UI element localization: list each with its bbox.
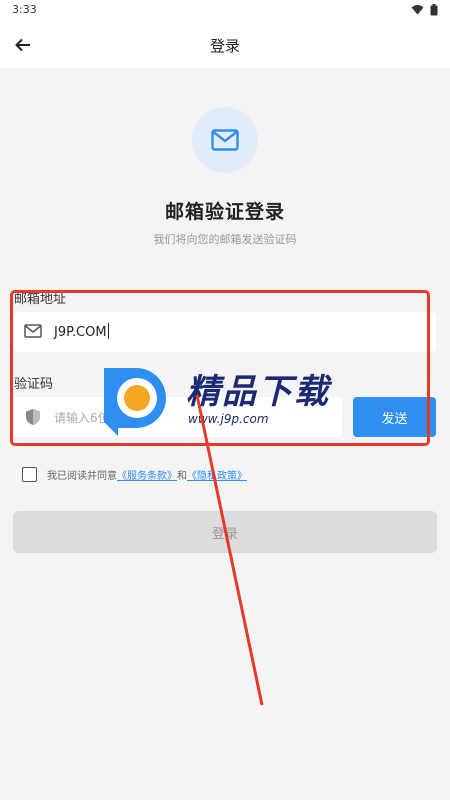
watermark-url: www.j9p.com [188,412,269,426]
watermark: 精品下载 www.j9p.com [100,358,360,440]
app-bar: 登录 [0,22,450,68]
watermark-brand: 精品下载 [186,372,330,412]
agreement-prefix: 我已阅读并同意 [47,470,117,482]
login-button[interactable]: 登录 [13,511,437,553]
terms-link[interactable]: 《服务条款》 [117,471,177,482]
status-bar: 3:33 [0,0,450,22]
login-screen: 3:33 登录 邮箱验证登录 我们将向您的邮箱发送验证码 邮箱地址 J9P.CO… [0,0,450,800]
mail-icon [211,129,239,151]
status-icons [411,4,438,16]
agreement-text: 我已阅读并同意《服务条款》和《隐私政策》 [47,467,247,482]
page-title: 登录 [209,37,240,55]
battery-icon [430,4,438,16]
agreement-row: 我已阅读并同意《服务条款》和《隐私政策》 [22,466,247,482]
watermark-logo-icon [104,368,166,436]
agree-checkbox[interactable] [22,466,37,482]
mail-badge [192,107,258,173]
wifi-icon [411,5,424,15]
heading: 邮箱验证登录 [164,201,285,223]
status-time: 3:33 [12,3,37,16]
privacy-link[interactable]: 《隐私政策》 [187,471,247,482]
subheading: 我们将向您的邮箱发送验证码 [153,233,297,246]
agreement-and: 和 [177,470,187,482]
